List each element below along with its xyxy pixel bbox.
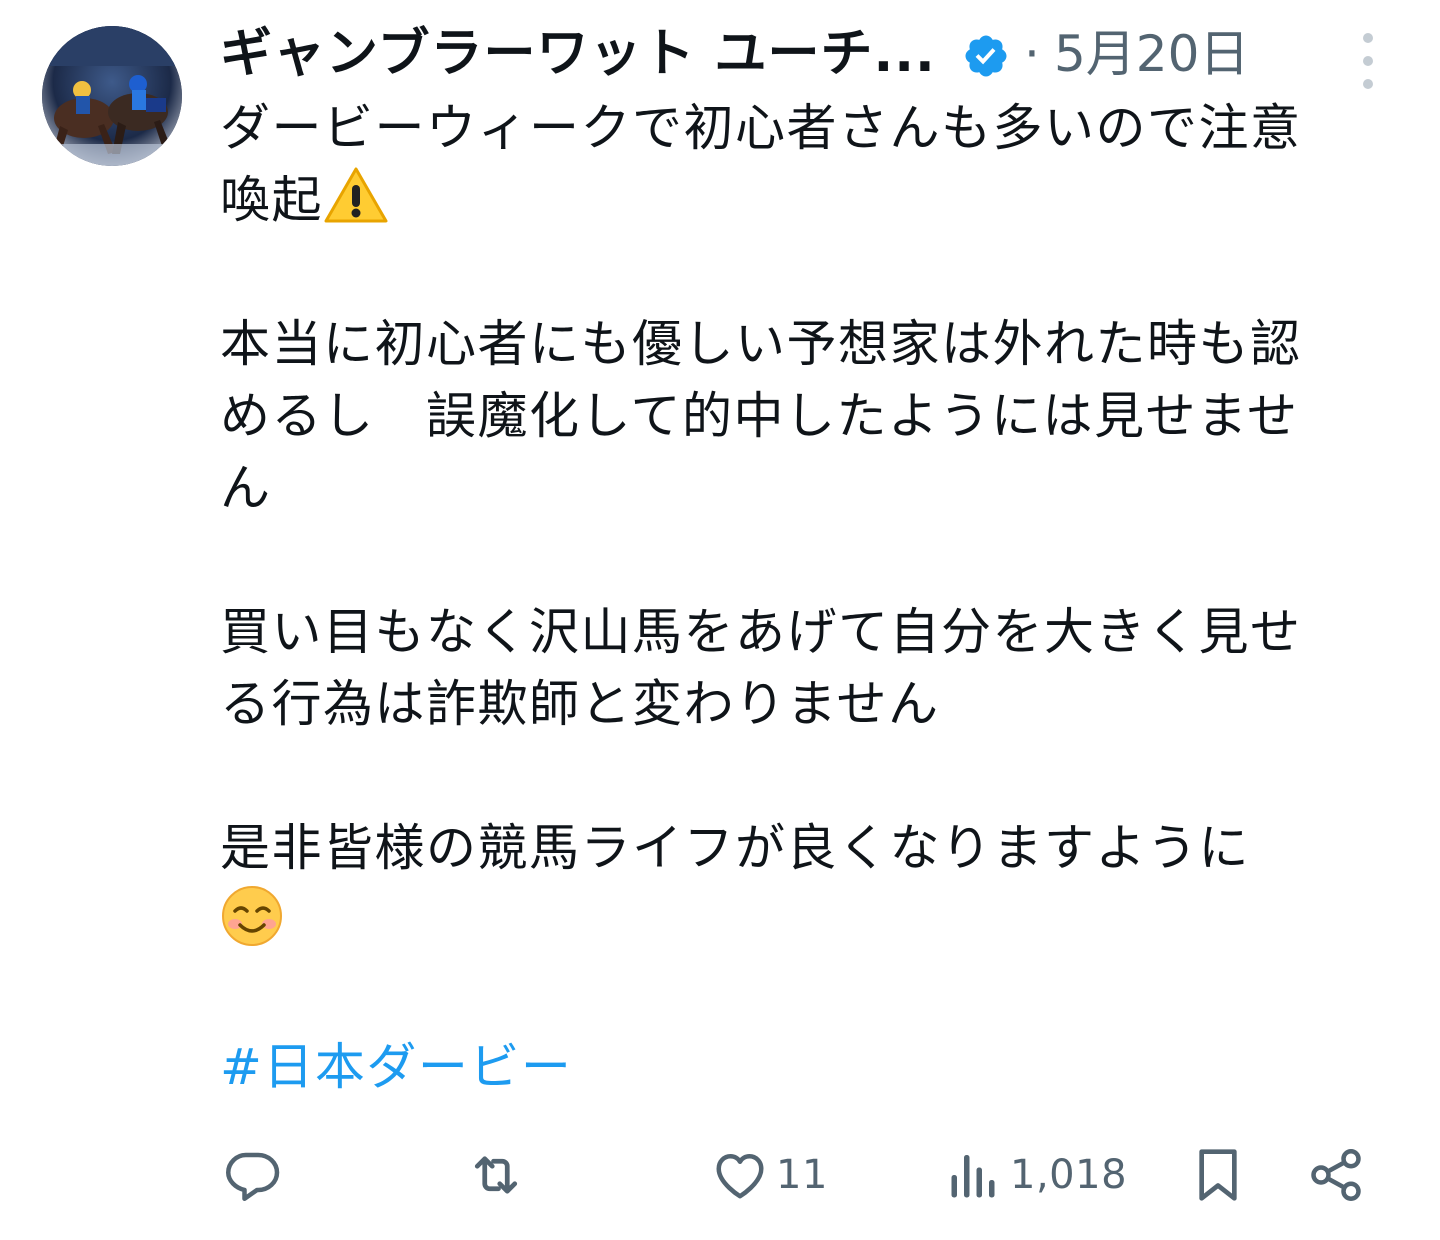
tweet-text: ダービーウィークで初心者さんも多いので注意 喚起 本当に初心者にも優しい予想家は… [220,92,1410,1103]
warning-emoji [324,167,388,223]
paragraph-2: 本当に初心者にも優しい予想家は外れた時も認 めるし 誤魔化して的中したようには見… [220,308,1410,524]
bookmark-icon [1199,1149,1237,1201]
text-span: 喚起 [220,171,323,229]
smiling-face-emoji [222,886,282,946]
like-button[interactable]: 11 [710,1140,828,1210]
text-line: ダービーウィークで初心者さんも多いので注意 [220,99,1302,157]
bookmark-button[interactable] [1190,1140,1246,1210]
retweet-icon [474,1156,518,1194]
tweet-header: ギャンブラーワット ユーチ... · 5月20日 [220,20,1400,90]
like-icon [716,1154,764,1199]
avatar[interactable] [42,26,182,166]
text-line [220,884,1410,959]
display-name[interactable]: ギャンブラーワット ユーチ... [220,22,936,86]
views-button[interactable]: 1,018 [944,1140,1127,1210]
like-count: 11 [776,1152,828,1198]
reply-icon [226,1152,280,1201]
paragraph-1: ダービーウィークで初心者さんも多いので注意 喚起 [220,92,1410,236]
text-line: る行為は詐欺師と変わりません [220,675,940,733]
reply-button[interactable] [222,1140,282,1210]
verified-badge-icon [965,35,1007,77]
retweet-button[interactable] [464,1140,528,1210]
tweet-date[interactable]: 5月20日 [1054,22,1249,86]
text-line: 買い目もなく沢山馬をあげて自分を大きく見せ [220,603,1302,661]
share-icon [1311,1149,1361,1201]
paragraph-4: 是非皆様の競馬ライフが良くなりますように [220,812,1410,959]
text-line: 是非皆様の競馬ライフが良くなりますように [220,819,1250,877]
text-line: ん [220,459,272,517]
hashtag-link[interactable]: #日本ダービー [220,1031,1410,1103]
text-line: 喚起 [220,164,1410,236]
avatar-image [42,26,182,166]
paragraph-3: 買い目もなく沢山馬をあげて自分を大きく見せ る行為は詐欺師と変わりません [220,596,1410,740]
text-line: めるし 誤魔化して的中したようには見せませ [220,387,1299,445]
share-button[interactable] [1306,1140,1366,1210]
paragraph-5: #日本ダービー [220,1031,1410,1103]
views-count: 1,018 [1010,1152,1128,1198]
text-line: 本当に初心者にも優しい予想家は外れた時も認 [220,315,1302,373]
action-bar: 11 1,018 [220,1140,1380,1210]
separator-dot: · [1024,25,1040,83]
views-icon [951,1155,995,1198]
more-icon[interactable] [1356,28,1380,94]
